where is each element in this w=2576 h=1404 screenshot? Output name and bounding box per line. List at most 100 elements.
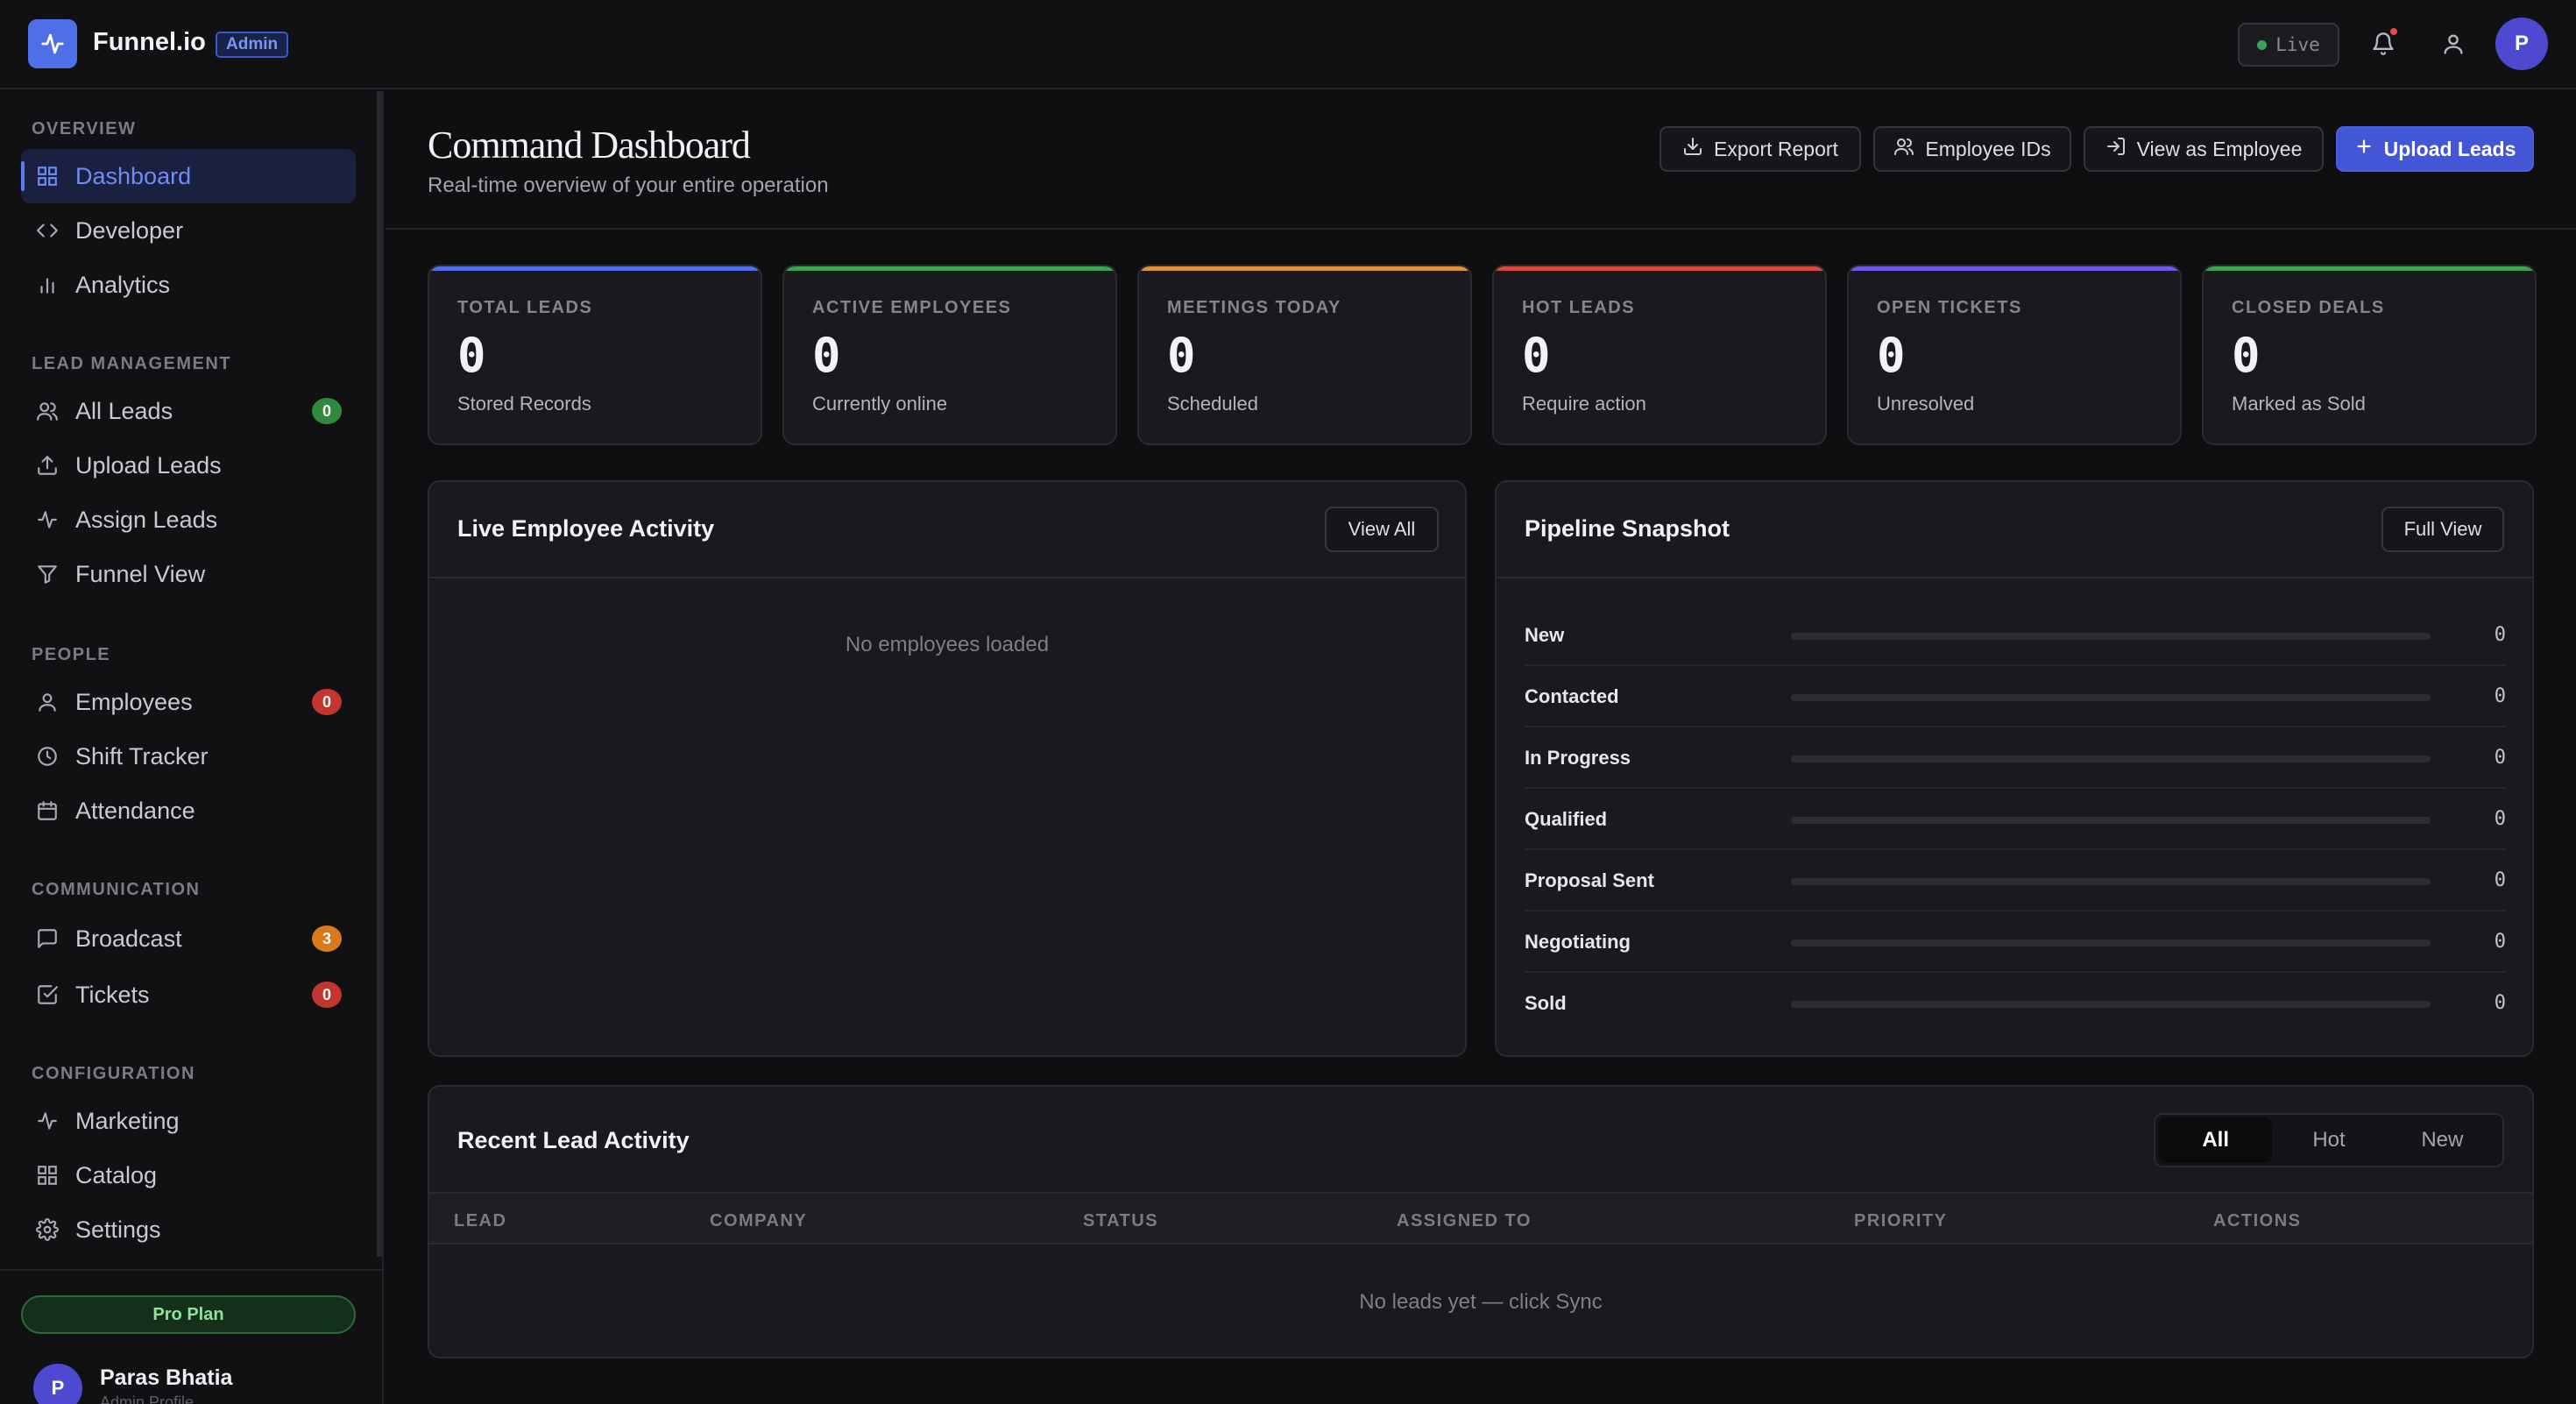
view-all-button[interactable]: View All bbox=[1325, 507, 1439, 552]
pipeline-row[interactable]: In Progress 0 bbox=[1525, 727, 2506, 789]
column-header[interactable]: STATUS bbox=[1083, 1211, 1158, 1231]
login-icon bbox=[2105, 136, 2127, 162]
stat-card[interactable]: ACTIVE EMPLOYEES 0 Currently online bbox=[782, 265, 1117, 445]
pipeline-panel: Pipeline Snapshot Full View New 0 Contacte… bbox=[1495, 480, 2534, 1057]
sidebar-item-broadcast[interactable]: Broadcast 3 bbox=[21, 911, 356, 966]
pipeline-row[interactable]: Sold 0 bbox=[1525, 973, 2506, 1034]
sidebar-item-label: Tickets bbox=[75, 981, 150, 1008]
plus-icon bbox=[2354, 137, 2374, 161]
stage-count: 0 bbox=[2494, 992, 2506, 1014]
bar-chart-icon bbox=[33, 271, 61, 299]
sidebar-item-tickets[interactable]: Tickets 0 bbox=[21, 968, 356, 1022]
panel-title: Pipeline Snapshot bbox=[1525, 515, 1730, 542]
upload-leads-button[interactable]: Upload Leads bbox=[2336, 126, 2534, 172]
sidebar-item-settings[interactable]: Settings bbox=[21, 1202, 356, 1257]
section-title-overview: OVERVIEW bbox=[32, 119, 137, 138]
stat-card[interactable]: HOT LEADS 0 Require action bbox=[1492, 265, 1827, 445]
users-icon bbox=[33, 397, 61, 425]
pipeline-row[interactable]: Qualified 0 bbox=[1525, 789, 2506, 850]
sidebar-item-developer[interactable]: Developer bbox=[21, 203, 356, 258]
count-badge: 0 bbox=[312, 689, 342, 715]
logo-icon[interactable] bbox=[28, 19, 77, 68]
sidebar-item-label: Broadcast bbox=[75, 925, 182, 952]
live-activity-panel: Live Employee Activity View All No emplo… bbox=[428, 480, 1467, 1057]
stat-label: ACTIVE EMPLOYEES bbox=[812, 298, 1012, 317]
sidebar-item-attendance[interactable]: Attendance bbox=[21, 784, 356, 838]
section-title-lead-management: LEAD MANAGEMENT bbox=[32, 354, 232, 373]
filter-tab-all[interactable]: All bbox=[2159, 1117, 2273, 1163]
user-role: Admin Profile bbox=[100, 1393, 195, 1404]
sidebar-item-label: Marketing bbox=[75, 1107, 180, 1134]
export-report-button[interactable]: Export Report bbox=[1660, 126, 1861, 172]
sidebar-item-catalog[interactable]: Catalog bbox=[21, 1148, 356, 1202]
stat-caption: Marked as Sold bbox=[2232, 393, 2366, 415]
divider bbox=[0, 1269, 382, 1271]
count-badge: 0 bbox=[312, 398, 342, 424]
plan-badge[interactable]: Pro Plan bbox=[21, 1295, 356, 1334]
section-title-configuration: CONFIGURATION bbox=[32, 1064, 195, 1083]
stage-label: Proposal Sent bbox=[1525, 869, 1654, 891]
sidebar-item-analytics[interactable]: Analytics bbox=[21, 258, 356, 312]
sidebar-item-upload-leads[interactable]: Upload Leads bbox=[21, 438, 356, 493]
view-as-employee-button[interactable]: View as Employee bbox=[2084, 126, 2324, 172]
live-dot bbox=[2257, 39, 2268, 50]
stat-value: 0 bbox=[812, 328, 841, 383]
avatar[interactable]: P bbox=[33, 1364, 82, 1404]
stage-count: 0 bbox=[2494, 747, 2506, 769]
users-icon bbox=[1893, 136, 1914, 162]
sidebar-item-assign-leads[interactable]: Assign Leads bbox=[21, 493, 356, 547]
filter-tab-new[interactable]: New bbox=[2386, 1117, 2499, 1163]
sidebar-item-funnel-view[interactable]: Funnel View bbox=[21, 547, 356, 601]
column-header[interactable]: COMPANY bbox=[710, 1211, 807, 1231]
stat-value: 0 bbox=[1167, 328, 1196, 383]
filter-tab-hot[interactable]: Hot bbox=[2272, 1117, 2385, 1163]
profile-icon[interactable] bbox=[2436, 26, 2471, 61]
calendar-icon bbox=[33, 797, 61, 825]
stat-card[interactable]: OPEN TICKETS 0 Unresolved bbox=[1847, 265, 2182, 445]
sidebar-item-employees[interactable]: Employees 0 bbox=[21, 675, 356, 729]
code-icon bbox=[33, 216, 61, 245]
button-label: View as Employee bbox=[2136, 137, 2303, 160]
column-header[interactable]: LEAD bbox=[454, 1211, 506, 1231]
button-label: Employee IDs bbox=[1925, 137, 2051, 160]
sidebar-item-marketing[interactable]: Marketing bbox=[21, 1094, 356, 1148]
stat-card[interactable]: TOTAL LEADS 0 Stored Records bbox=[428, 265, 762, 445]
sidebar-item-label: Shift Tracker bbox=[75, 742, 209, 769]
bell-icon[interactable] bbox=[2366, 26, 2401, 61]
stage-count: 0 bbox=[2494, 685, 2506, 707]
column-header[interactable]: ASSIGNED TO bbox=[1397, 1211, 1532, 1231]
sidebar-item-shift-tracker[interactable]: Shift Tracker bbox=[21, 729, 356, 784]
sidebar-item-label: Upload Leads bbox=[75, 451, 222, 479]
employee-ids-button[interactable]: Employee IDs bbox=[1873, 126, 2071, 172]
pipeline-row[interactable]: Proposal Sent 0 bbox=[1525, 850, 2506, 911]
section-title-communication: COMMUNICATION bbox=[32, 880, 201, 899]
stage-label: Qualified bbox=[1525, 808, 1608, 830]
sidebar-item-label: Analytics bbox=[75, 271, 171, 298]
stat-value: 0 bbox=[1522, 328, 1551, 383]
sidebar-item-label: Funnel View bbox=[75, 560, 206, 587]
sidebar-item-label: Dashboard bbox=[75, 162, 192, 189]
column-header[interactable]: PRIORITY bbox=[1854, 1211, 1947, 1231]
stat-card[interactable]: CLOSED DEALS 0 Marked as Sold bbox=[2202, 265, 2537, 445]
column-header[interactable]: ACTIONS bbox=[2213, 1211, 2302, 1231]
stage-progress-track bbox=[1791, 633, 2431, 640]
sidebar-item-dashboard[interactable]: Dashboard bbox=[21, 149, 356, 203]
user-avatar[interactable]: P bbox=[2495, 18, 2548, 70]
pipeline-row[interactable]: New 0 bbox=[1525, 605, 2506, 666]
user-icon bbox=[33, 688, 61, 716]
download-icon bbox=[1682, 136, 1703, 162]
panel-title: Live Employee Activity bbox=[457, 515, 715, 542]
accent-bar bbox=[1849, 266, 2180, 271]
pipeline-row[interactable]: Negotiating 0 bbox=[1525, 911, 2506, 973]
message-icon bbox=[33, 925, 61, 953]
count-badge: 3 bbox=[312, 925, 342, 952]
full-view-button[interactable]: Full View bbox=[2381, 507, 2504, 552]
stat-card[interactable]: MEETINGS TODAY 0 Scheduled bbox=[1137, 265, 1472, 445]
stat-value: 0 bbox=[457, 328, 486, 383]
pipeline-row[interactable]: Contacted 0 bbox=[1525, 666, 2506, 727]
stage-count: 0 bbox=[2494, 808, 2506, 830]
sidebar-item-all-leads[interactable]: All Leads 0 bbox=[21, 384, 356, 438]
stage-progress-track bbox=[1791, 755, 2431, 762]
sidebar-scrollbar[interactable] bbox=[377, 91, 382, 1257]
live-status-pill[interactable]: Live bbox=[2238, 23, 2339, 67]
